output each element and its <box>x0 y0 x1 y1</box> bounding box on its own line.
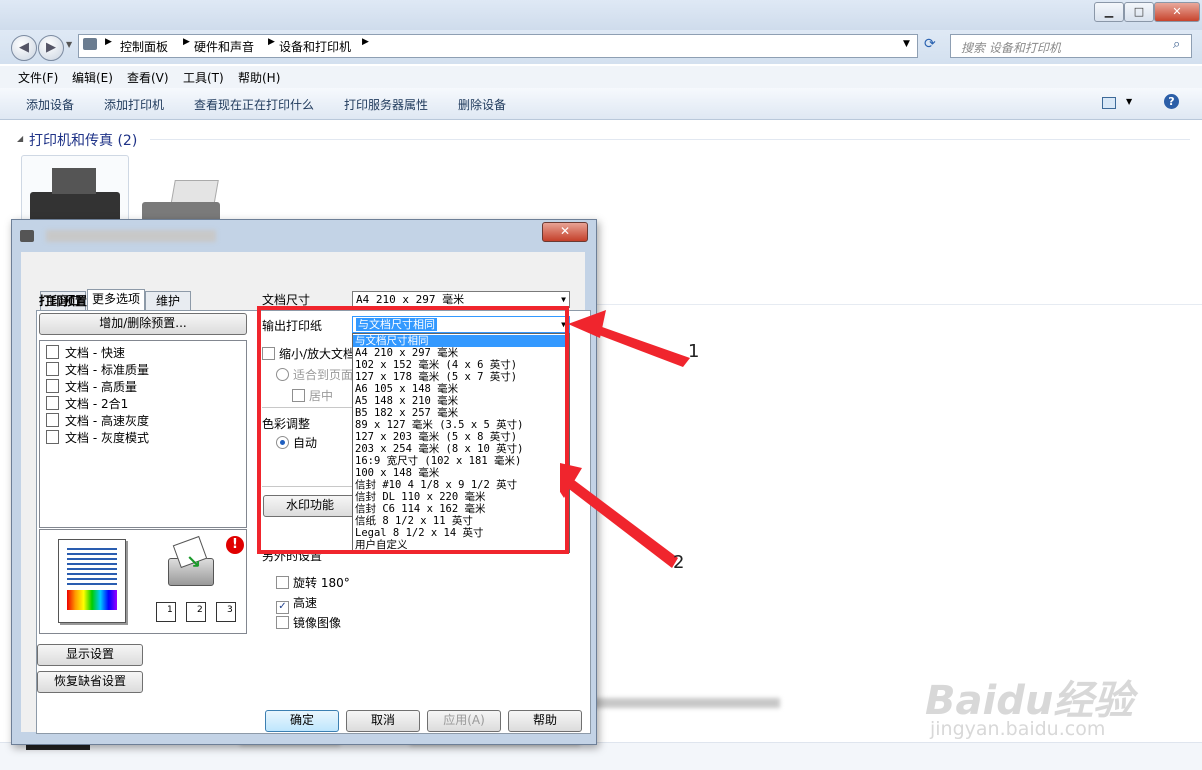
arrow-1-head <box>568 310 606 338</box>
document-icon <box>46 413 59 427</box>
list-item[interactable]: 文档 - 高速灰度 <box>46 412 149 429</box>
printers-group-header[interactable]: 打印机和传真 (2) <box>29 130 137 150</box>
printer-output-icon: ↘ <box>168 535 218 586</box>
page-icon: 1 <box>156 602 176 622</box>
annotation-number-1: 1 <box>688 341 700 362</box>
minimize-button[interactable]: ▁ <box>1094 2 1124 22</box>
collapse-group-icon[interactable]: ◢ <box>17 134 23 143</box>
add-device-button[interactable]: 添加设备 <box>26 96 74 113</box>
checkbox-icon <box>276 616 289 629</box>
mirror-image-checkbox[interactable]: 镜像图像 <box>276 614 341 631</box>
document-icon <box>46 430 59 444</box>
show-settings-button[interactable]: 显示设置 <box>37 644 143 666</box>
menu-bar: 文件(F) 编辑(E) 查看(V) 工具(T) 帮助(H) <box>0 66 1202 89</box>
list-item[interactable]: 文档 - 快速 <box>46 344 125 361</box>
recent-pages-icon[interactable]: ▼ <box>66 40 72 49</box>
address-dropdown-icon[interactable]: ▼ <box>903 39 910 49</box>
breadcrumb-hardware-sound[interactable]: 硬件和声音 <box>194 38 254 55</box>
tab-maintenance[interactable]: 维护 <box>145 291 191 311</box>
green-arrow-icon: ↘ <box>186 552 202 573</box>
blurred-dialog-title <box>46 230 216 242</box>
list-item[interactable]: 文档 - 2合1 <box>46 395 128 412</box>
search-icon[interactable]: ⌕ <box>1173 37 1180 52</box>
breadcrumb-control-panel[interactable]: 控制面板 <box>120 38 168 55</box>
menu-help[interactable]: 帮助(H) <box>238 69 280 86</box>
baidu-watermark-url: jingyan.baidu.com <box>930 718 1106 740</box>
page-preview-icon <box>58 539 126 623</box>
breadcrumb-separator-icon: ▶ <box>105 37 112 47</box>
add-remove-presets-button[interactable]: 增加/删除预置... <box>39 313 247 335</box>
maximize-button[interactable]: □ <box>1124 2 1154 22</box>
add-printer-button[interactable]: 添加打印机 <box>104 96 164 113</box>
details-pane <box>0 742 1202 770</box>
cancel-button[interactable]: 取消 <box>346 710 420 732</box>
help-icon[interactable]: ? <box>1164 94 1179 109</box>
rotate-180-checkbox[interactable]: 旋转 180° <box>276 574 350 591</box>
breadcrumb-separator-icon: ▶ <box>362 37 369 47</box>
annotation-number-2: 2 <box>673 552 685 573</box>
menu-file[interactable]: 文件(F) <box>18 69 58 86</box>
printer-icon <box>30 192 120 222</box>
apply-button[interactable]: 应用(A) <box>427 710 501 732</box>
checkmark-icon: ✓ <box>276 601 289 614</box>
devices-folder-icon <box>83 38 97 50</box>
page-icon: 2 <box>186 602 206 622</box>
list-item[interactable]: 文档 - 高质量 <box>46 378 137 395</box>
printer-item-2[interactable] <box>142 180 222 222</box>
printer-item-selected[interactable] <box>21 155 129 227</box>
address-bar[interactable]: ▶ 控制面板 ▶ 硬件和声音 ▶ 设备和打印机 ▶ ▼ <box>78 34 918 58</box>
menu-edit[interactable]: 编辑(E) <box>72 69 113 86</box>
print-preview-pane: ↘ ! 1 2 3 <box>39 529 247 634</box>
menu-view[interactable]: 查看(V) <box>127 69 169 86</box>
search-placeholder: 搜索 设备和打印机 <box>961 41 1061 55</box>
document-icon <box>46 345 59 359</box>
restore-defaults-button[interactable]: 恢复缺省设置 <box>37 671 143 693</box>
dialog-close-button[interactable]: ✕ <box>542 222 588 242</box>
printer-paper-tray <box>52 168 96 194</box>
close-button[interactable]: ✕ <box>1154 2 1200 22</box>
breadcrumb-separator-icon: ▶ <box>183 37 190 47</box>
group-divider <box>150 139 1190 140</box>
presets-title: 打印预置 <box>39 294 88 308</box>
two-in-one-icon <box>46 396 59 410</box>
presets-list[interactable]: 文档 - 快速 文档 - 标准质量 文档 - 高质量 文档 - 2合1 文档 -… <box>39 340 247 528</box>
list-item[interactable]: 文档 - 灰度模式 <box>46 429 149 446</box>
page-icon: 3 <box>216 602 236 622</box>
view-dropdown-icon[interactable]: ▼ <box>1126 97 1132 106</box>
back-icon[interactable]: ◀ <box>11 35 37 61</box>
remove-device-button[interactable]: 删除设备 <box>458 96 506 113</box>
change-view-icon[interactable] <box>1102 97 1116 109</box>
menu-tools[interactable]: 工具(T) <box>183 69 224 86</box>
forward-icon[interactable]: ▶ <box>38 35 64 61</box>
help-button[interactable]: 帮助 <box>508 710 582 732</box>
list-item[interactable]: 文档 - 标准质量 <box>46 361 149 378</box>
text-lines <box>67 548 117 586</box>
command-bar: 添加设备 添加打印机 查看现在正在打印什么 打印服务器属性 删除设备 ▼ ? <box>0 88 1202 120</box>
page-order-icons: 1 2 3 <box>156 602 246 622</box>
breadcrumb-devices-printers[interactable]: 设备和打印机 <box>279 38 351 55</box>
window-titlebar <box>0 0 1202 30</box>
ok-button[interactable]: 确定 <box>265 710 339 732</box>
extra-settings-label: 另外的设置 <box>262 553 323 563</box>
refresh-icon[interactable]: ⟳ <box>924 36 936 52</box>
breadcrumb-separator-icon: ▶ <box>268 37 275 47</box>
printer-small-icon <box>20 230 34 242</box>
color-bar <box>67 590 117 610</box>
see-printing-button[interactable]: 查看现在正在打印什么 <box>194 96 314 113</box>
print-server-properties-button[interactable]: 打印服务器属性 <box>344 96 428 113</box>
alert-icon: ! <box>226 536 244 554</box>
highlight-box <box>257 306 569 554</box>
search-input[interactable]: 搜索 设备和打印机 ⌕ <box>950 34 1192 58</box>
blurred-status-text <box>590 698 780 708</box>
checkbox-icon <box>276 576 289 589</box>
document-icon <box>46 379 59 393</box>
document-icon <box>46 362 59 376</box>
tab-more-options[interactable]: 更多选项 <box>87 289 145 312</box>
high-speed-checkbox[interactable]: ✓ 高速 <box>276 594 317 614</box>
arrow-2-shaft <box>560 469 678 568</box>
